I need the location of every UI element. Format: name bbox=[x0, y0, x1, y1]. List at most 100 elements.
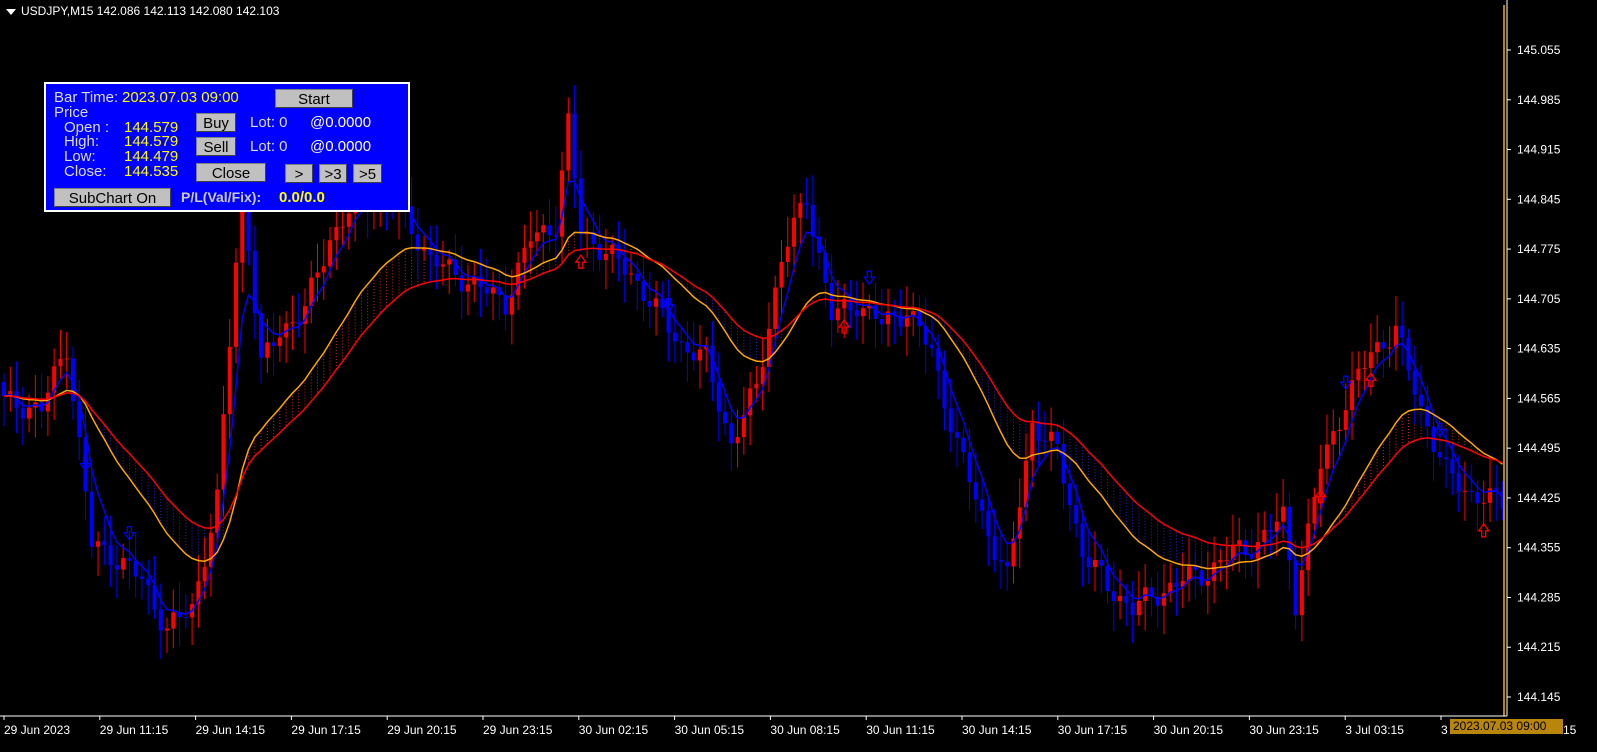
candle-body bbox=[158, 609, 163, 631]
candle-body bbox=[998, 560, 1003, 562]
candle-body bbox=[1218, 559, 1223, 563]
candle-body bbox=[835, 308, 840, 321]
time-tick-label: 29 Jun 17:15 bbox=[291, 723, 361, 737]
buy-button[interactable]: Buy bbox=[196, 113, 236, 132]
sell-button[interactable]: Sell bbox=[196, 137, 236, 156]
candle-body bbox=[1036, 422, 1041, 441]
candle-body bbox=[685, 342, 690, 353]
candle-body bbox=[679, 341, 684, 343]
bar-time-label: Bar Time: bbox=[54, 89, 119, 106]
candle-body bbox=[741, 415, 746, 438]
current-time-marker: 2023.07.03 09:00 bbox=[1450, 719, 1563, 734]
step-3-button[interactable]: >3 bbox=[319, 164, 347, 183]
price-tick-label: 144.565 bbox=[1517, 391, 1561, 405]
high-label: High: bbox=[64, 133, 100, 150]
candle-body bbox=[83, 437, 88, 492]
close-label: Close: bbox=[64, 163, 107, 180]
candle-body bbox=[622, 258, 627, 275]
candle-body bbox=[572, 113, 577, 179]
candle-body bbox=[942, 370, 947, 409]
candle-body bbox=[484, 287, 489, 294]
candle-body bbox=[509, 295, 514, 315]
candle-body bbox=[64, 358, 69, 360]
candle-body bbox=[1055, 431, 1060, 445]
candle-body bbox=[647, 301, 652, 307]
candle-body bbox=[735, 437, 740, 444]
candle-body bbox=[183, 617, 188, 619]
candle-body bbox=[1368, 352, 1373, 368]
price-tick-label: 144.425 bbox=[1517, 491, 1561, 505]
candle-body bbox=[114, 565, 119, 570]
candle-body bbox=[961, 437, 966, 453]
close-position-button[interactable]: Close bbox=[196, 163, 266, 182]
candle-body bbox=[748, 388, 753, 416]
candle-body bbox=[58, 359, 63, 367]
price-tick-label: 144.775 bbox=[1517, 242, 1561, 256]
candle-body bbox=[340, 226, 345, 228]
time-tick-label: 3 Jul 03:15 bbox=[1345, 723, 1404, 737]
candle-body bbox=[729, 423, 734, 444]
price-tick-label: 144.285 bbox=[1517, 590, 1561, 604]
candle-body bbox=[629, 273, 633, 275]
time-tick-label: 29 Jun 2023 bbox=[4, 723, 70, 737]
candle-body bbox=[20, 407, 25, 419]
candle-body bbox=[334, 227, 339, 241]
candle-body bbox=[1237, 540, 1242, 545]
buy-lot: Lot: 0 bbox=[250, 114, 288, 131]
candle-body bbox=[785, 246, 790, 262]
candle-body bbox=[1425, 406, 1430, 427]
candle-body bbox=[346, 213, 351, 227]
candle-body bbox=[133, 560, 138, 577]
candle-body bbox=[566, 113, 571, 171]
candle-body bbox=[560, 170, 565, 237]
candle-body bbox=[465, 284, 470, 292]
step-1-button[interactable]: > bbox=[285, 164, 313, 183]
candle-body bbox=[534, 232, 539, 242]
candle-body bbox=[1268, 529, 1273, 532]
candle-body bbox=[541, 225, 546, 233]
candle-body bbox=[1381, 342, 1386, 349]
candle-body bbox=[1193, 566, 1198, 571]
candle-body bbox=[1205, 580, 1210, 586]
candle-body bbox=[1419, 394, 1424, 407]
candle-body bbox=[804, 203, 809, 205]
candle-body bbox=[139, 576, 144, 579]
chart-menu-triangle-icon[interactable] bbox=[6, 8, 16, 15]
start-button[interactable]: Start bbox=[275, 89, 353, 108]
candle-body bbox=[491, 287, 496, 294]
subchart-toggle-button[interactable]: SubChart On bbox=[54, 188, 171, 207]
time-tick-label: 30 Jun 14:15 bbox=[962, 723, 1032, 737]
candle-body bbox=[986, 510, 991, 537]
candle-body bbox=[1262, 529, 1267, 542]
candle-body bbox=[810, 204, 815, 237]
candle-body bbox=[547, 225, 552, 236]
signal-arrows bbox=[79, 198, 1490, 541]
candle-body bbox=[1092, 559, 1097, 568]
sell-price: @0.0000 bbox=[310, 138, 372, 155]
candle-body bbox=[829, 282, 834, 321]
candle-body bbox=[854, 310, 859, 317]
time-tick-label: 30 Jun 17:15 bbox=[1058, 723, 1128, 737]
candle-body bbox=[1005, 561, 1010, 567]
candle-body bbox=[873, 305, 878, 319]
candle-body bbox=[277, 337, 282, 346]
candle-body bbox=[948, 408, 953, 433]
candle-body bbox=[860, 308, 865, 317]
sell-lot: Lot: 0 bbox=[250, 138, 288, 155]
candle-body bbox=[227, 346, 232, 415]
candle-body bbox=[1444, 457, 1449, 460]
candle-body bbox=[1475, 492, 1480, 504]
candle-body bbox=[1393, 325, 1398, 348]
step-5-button[interactable]: >5 bbox=[353, 164, 382, 183]
bar-time-value: 2023.07.03 09:00 bbox=[122, 89, 239, 106]
low-value: 144.479 bbox=[124, 148, 179, 165]
price-tick-label: 144.705 bbox=[1517, 292, 1561, 306]
low-label: Low: bbox=[64, 148, 96, 165]
candle-body bbox=[1293, 560, 1298, 616]
candle-body bbox=[522, 247, 527, 263]
candle-body bbox=[654, 298, 659, 307]
candle-body bbox=[1281, 506, 1286, 522]
candle-body bbox=[2, 382, 6, 397]
candle-body bbox=[434, 255, 439, 267]
candle-body bbox=[528, 241, 533, 248]
